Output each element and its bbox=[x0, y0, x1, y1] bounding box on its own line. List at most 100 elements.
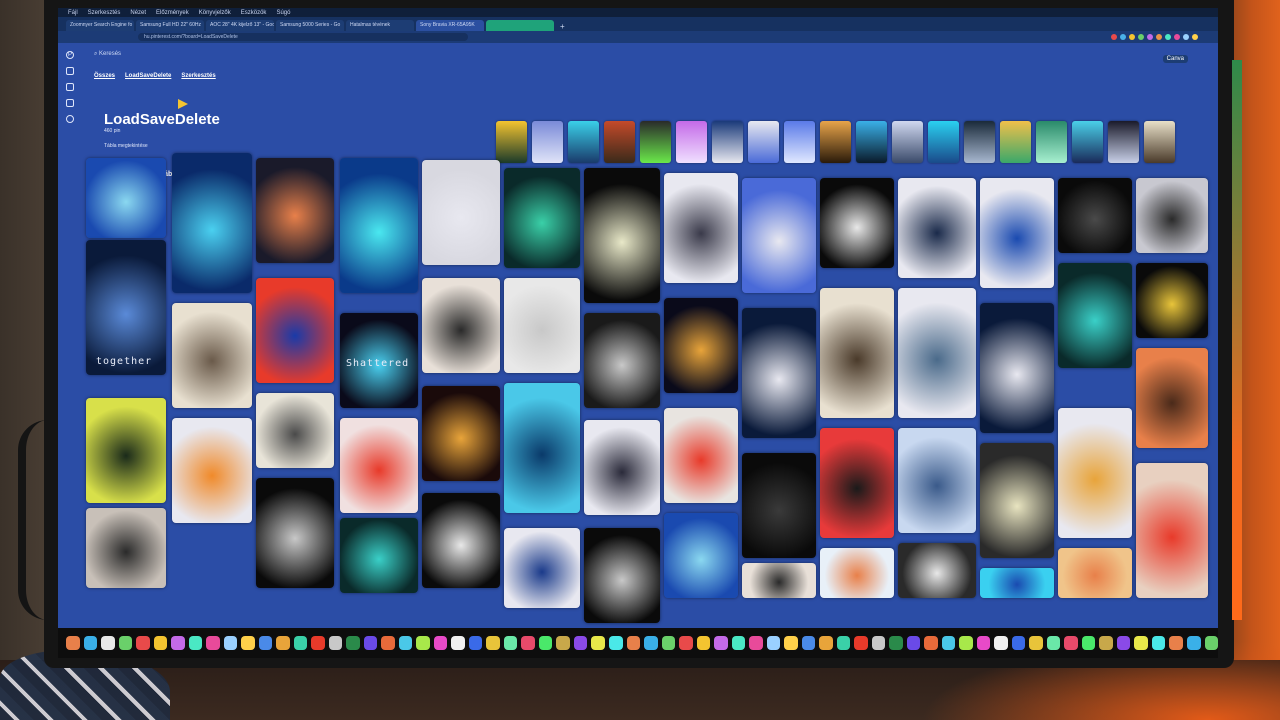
canva-button[interactable]: Canva bbox=[1162, 55, 1188, 63]
pin-card[interactable] bbox=[86, 240, 166, 375]
tab-edit[interactable]: Szerkesztés bbox=[181, 73, 215, 79]
dock-app-icon[interactable] bbox=[451, 636, 465, 650]
dock-app-icon[interactable] bbox=[924, 636, 938, 650]
browser-tab[interactable]: Sony Bravia XR-65A95K bbox=[416, 20, 484, 31]
dock-app-icon[interactable] bbox=[1204, 636, 1218, 650]
browser-tab[interactable]: AOC 28" 4K kijelző 13" - Google bbox=[206, 20, 274, 31]
browser-tab[interactable]: Samsung 5000 Series - Go bbox=[276, 20, 344, 31]
menu-item[interactable]: Súgó bbox=[276, 10, 290, 16]
pin-card[interactable] bbox=[664, 408, 738, 503]
dock-app-icon[interactable] bbox=[311, 636, 325, 650]
dock-app-icon[interactable] bbox=[66, 636, 80, 650]
explore-icon[interactable] bbox=[66, 83, 74, 91]
pin-card[interactable] bbox=[504, 528, 580, 608]
pin-card[interactable] bbox=[256, 278, 334, 383]
extension-icon[interactable] bbox=[1147, 34, 1153, 40]
section-thumbnail[interactable] bbox=[784, 121, 815, 163]
section-thumbnail[interactable] bbox=[748, 121, 779, 163]
pin-card[interactable] bbox=[664, 513, 738, 598]
pin-card[interactable] bbox=[820, 548, 894, 598]
pin-card[interactable] bbox=[820, 288, 894, 418]
dock-app-icon[interactable] bbox=[1046, 636, 1061, 650]
dock-app-icon[interactable] bbox=[573, 636, 588, 650]
extension-icon[interactable] bbox=[1129, 34, 1135, 40]
dock-app-icon[interactable] bbox=[644, 636, 658, 650]
dock-app-icon[interactable] bbox=[714, 636, 728, 650]
extension-icon[interactable] bbox=[1111, 34, 1117, 40]
section-thumbnail[interactable] bbox=[928, 121, 959, 163]
dock-app-icon[interactable] bbox=[766, 636, 781, 650]
pin-card[interactable] bbox=[1136, 263, 1208, 338]
pin-card[interactable] bbox=[504, 278, 580, 373]
dock-app-icon[interactable] bbox=[276, 636, 290, 650]
section-thumbnail[interactable] bbox=[820, 121, 851, 163]
browser-tab[interactable]: Samsung Full HD 22" 60Hz bbox=[136, 20, 204, 31]
menu-item[interactable]: Fájl bbox=[68, 10, 78, 16]
section-thumbnail[interactable] bbox=[964, 121, 995, 163]
pin-card[interactable] bbox=[584, 528, 660, 623]
dock-app-icon[interactable] bbox=[363, 636, 378, 650]
dock-app-icon[interactable] bbox=[819, 636, 833, 650]
pin-card[interactable] bbox=[86, 508, 166, 588]
dock-app-icon[interactable] bbox=[206, 636, 220, 650]
dock-app-icon[interactable] bbox=[538, 636, 553, 650]
pin-card[interactable] bbox=[1136, 178, 1208, 253]
pin-card[interactable] bbox=[172, 418, 252, 523]
dock-app-icon[interactable] bbox=[1081, 636, 1096, 650]
menu-item[interactable]: Könyvjelzők bbox=[199, 10, 231, 16]
dock-app-icon[interactable] bbox=[136, 636, 150, 650]
menu-item[interactable]: Szerkesztés bbox=[88, 10, 121, 16]
section-thumbnail[interactable] bbox=[568, 121, 599, 163]
section-thumbnail[interactable] bbox=[1108, 121, 1139, 163]
dock-app-icon[interactable] bbox=[293, 636, 308, 650]
section-thumbnail[interactable] bbox=[496, 121, 527, 163]
dock-app-icon[interactable] bbox=[1011, 636, 1026, 650]
dock-app-icon[interactable] bbox=[784, 636, 798, 650]
pin-card[interactable] bbox=[664, 173, 738, 283]
pin-card[interactable] bbox=[584, 168, 660, 303]
pin-card[interactable] bbox=[1058, 178, 1132, 253]
home-icon[interactable] bbox=[66, 67, 74, 75]
pin-card[interactable] bbox=[504, 168, 580, 268]
menu-item[interactable]: Nézet bbox=[130, 10, 146, 16]
dock-app-icon[interactable] bbox=[626, 636, 641, 650]
dock-app-icon[interactable] bbox=[591, 636, 605, 650]
dock-app-icon[interactable] bbox=[398, 636, 413, 650]
dock-app-icon[interactable] bbox=[854, 636, 868, 650]
notifications-icon[interactable] bbox=[66, 115, 74, 123]
dock-app-icon[interactable] bbox=[1064, 636, 1078, 650]
search-input[interactable]: ⌕ Keresés bbox=[88, 49, 988, 61]
dock-app-icon[interactable] bbox=[416, 636, 430, 650]
pin-card[interactable] bbox=[1058, 408, 1132, 538]
pin-card[interactable] bbox=[172, 303, 252, 408]
dock-app-icon[interactable] bbox=[468, 636, 483, 650]
dock-app-icon[interactable] bbox=[328, 636, 343, 650]
dock-app-icon[interactable] bbox=[1099, 636, 1113, 650]
board-meta-link[interactable]: Tábla megtekintése bbox=[104, 143, 148, 149]
section-thumbnail[interactable] bbox=[676, 121, 707, 163]
section-thumbnail[interactable] bbox=[640, 121, 671, 163]
dock-app-icon[interactable] bbox=[608, 636, 623, 650]
create-icon[interactable] bbox=[66, 99, 74, 107]
pin-card[interactable] bbox=[898, 288, 976, 418]
browser-tab[interactable]: Hatalmas tévének bbox=[346, 20, 414, 31]
new-tab-icon[interactable]: + bbox=[556, 22, 569, 31]
pin-card[interactable] bbox=[742, 178, 816, 293]
pin-card[interactable] bbox=[1058, 548, 1132, 598]
menu-item[interactable]: Előzmények bbox=[156, 10, 189, 16]
dock-app-icon[interactable] bbox=[433, 636, 448, 650]
pin-card[interactable] bbox=[422, 386, 500, 481]
dock-app-icon[interactable] bbox=[171, 636, 185, 650]
pin-card[interactable] bbox=[980, 178, 1054, 288]
pin-card[interactable] bbox=[584, 420, 660, 515]
pinterest-logo-icon[interactable]: P bbox=[66, 51, 74, 59]
tab-board[interactable]: LoadSaveDelete bbox=[125, 73, 171, 79]
section-thumbnail[interactable] bbox=[1072, 121, 1103, 163]
pin-card[interactable] bbox=[742, 563, 816, 598]
dock-app-icon[interactable] bbox=[486, 636, 500, 650]
dock-app-icon[interactable] bbox=[258, 636, 273, 650]
dock-app-icon[interactable] bbox=[1187, 636, 1201, 650]
dock-app-icon[interactable] bbox=[801, 636, 816, 650]
address-bar[interactable]: hu.pinterest.com/?board=LoadSaveDelete bbox=[138, 33, 468, 41]
dock-app-icon[interactable] bbox=[1116, 636, 1131, 650]
